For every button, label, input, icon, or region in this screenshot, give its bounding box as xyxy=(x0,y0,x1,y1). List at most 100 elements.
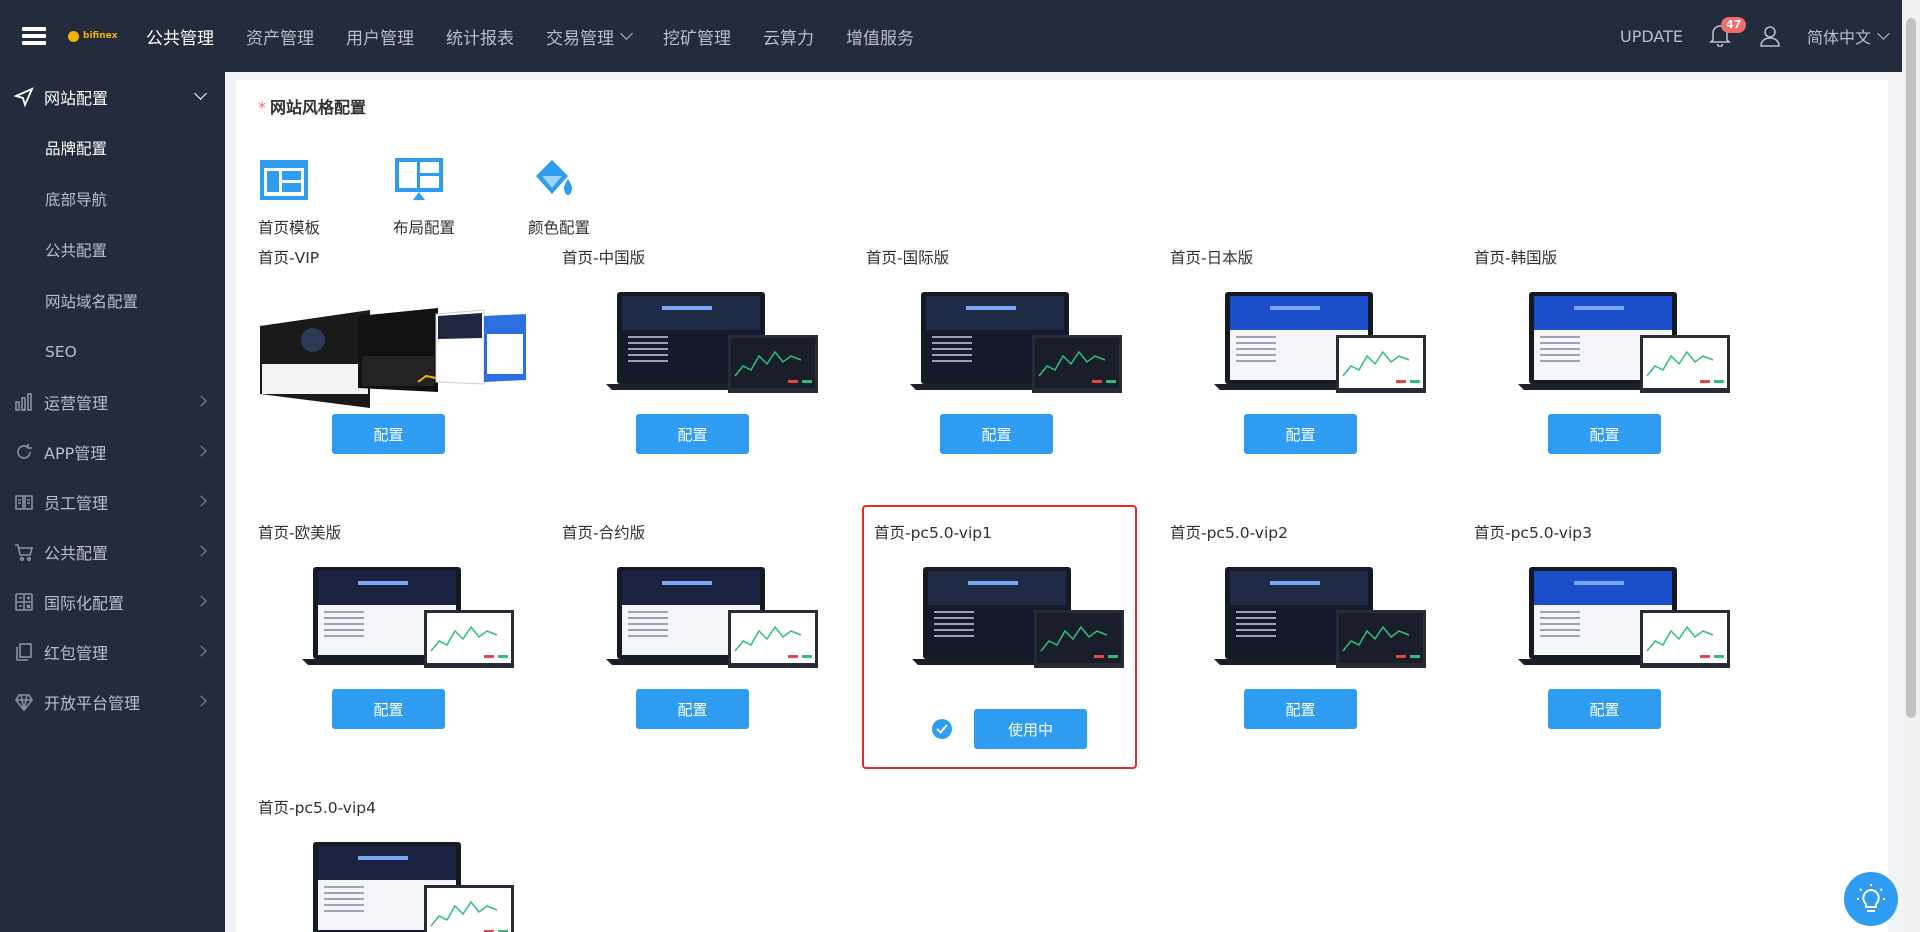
bar-chart-icon xyxy=(14,392,34,412)
sidebar-item-seo[interactable]: SEO xyxy=(0,326,225,377)
template-name: 首页-国际版 xyxy=(866,249,950,267)
update-link[interactable]: UPDATE xyxy=(1620,27,1683,46)
section-title-text: 网站风格配置 xyxy=(270,98,367,117)
template-name: 首页-韩国版 xyxy=(1474,249,1558,267)
nav-item-assets[interactable]: 资产管理 xyxy=(230,24,330,49)
language-select[interactable]: 简体中文 xyxy=(1807,24,1890,48)
notifications-button[interactable]: 47 xyxy=(1709,17,1747,49)
sidebar-group-open-platform[interactable]: 开放平台管理 xyxy=(0,677,225,727)
configure-button[interactable]: 配置 xyxy=(940,414,1053,454)
nav-item-value-added[interactable]: 增值服务 xyxy=(830,24,930,49)
template-preview[interactable] xyxy=(1170,551,1440,701)
sidebar-item-footer-nav[interactable]: 底部导航 xyxy=(0,173,225,224)
nav-item-public[interactable]: 公共管理 xyxy=(130,24,230,49)
configure-button[interactable]: 配置 xyxy=(1548,689,1661,729)
configure-button[interactable]: 配置 xyxy=(636,414,749,454)
nav-item-reports[interactable]: 统计报表 xyxy=(430,24,530,49)
template-card: 首页-pc5.0-vip4 xyxy=(236,790,521,932)
template-card: 首页-VIP 配置 xyxy=(236,240,526,510)
template-preview[interactable] xyxy=(1170,276,1440,426)
tool-color-config[interactable]: 颜色配置 xyxy=(528,156,623,238)
homepage-template-icon xyxy=(260,160,308,200)
template-preview[interactable] xyxy=(258,276,528,426)
configure-button[interactable]: 配置 xyxy=(1548,414,1661,454)
sidebar-group-label: 网站配置 xyxy=(44,89,109,108)
template-card: 首页-pc5.0-vip3 配置 xyxy=(1452,515,1737,785)
template-card: 首页-国际版配置 xyxy=(844,240,1129,510)
sidebar-item-brand-config[interactable]: 品牌配置 xyxy=(0,122,225,173)
configure-button[interactable]: 配置 xyxy=(636,689,749,729)
tool-label: 布局配置 xyxy=(393,219,456,237)
sidebar-item-domain-config[interactable]: 网站域名配置 xyxy=(0,275,225,326)
notification-badge: 47 xyxy=(1720,17,1747,33)
template-name: 首页-pc5.0-vip4 xyxy=(258,799,376,817)
template-preview[interactable] xyxy=(1474,551,1744,701)
scrollbar-thumb[interactable] xyxy=(1906,18,1916,718)
template-preview[interactable] xyxy=(1474,276,1744,426)
nav-item-users[interactable]: 用户管理 xyxy=(330,24,430,49)
template-preview[interactable] xyxy=(258,826,528,932)
sidebar-group-i18n[interactable]: 国际化配置 xyxy=(0,577,225,627)
configure-button[interactable]: 配置 xyxy=(332,689,445,729)
nav-item-cloud-power[interactable]: 云算力 xyxy=(747,24,830,49)
chevron-down-icon xyxy=(1877,27,1890,40)
sidebar-item-public-config[interactable]: 公共配置 xyxy=(0,224,225,275)
lightbulb-icon xyxy=(1857,884,1885,912)
sidebar-group-label: 运营管理 xyxy=(44,394,109,413)
user-icon[interactable] xyxy=(1759,24,1781,48)
nav-label: 交易管理 xyxy=(546,28,614,49)
tool-label: 颜色配置 xyxy=(528,219,591,237)
nav-label: 挖矿管理 xyxy=(663,28,731,49)
nav-label: 增值服务 xyxy=(846,28,914,49)
calculator-icon xyxy=(14,592,34,612)
sidebar-group-label: 公共配置 xyxy=(44,544,109,563)
sidebar-group-app[interactable]: APP管理 xyxy=(0,427,225,477)
help-tips-button[interactable] xyxy=(1844,872,1898,926)
sidebar-group-website-config[interactable]: 网站配置 xyxy=(0,72,225,122)
template-name: 首页-pc5.0-vip1 xyxy=(874,524,992,542)
nav-label: 资产管理 xyxy=(246,28,314,49)
logo-text: bifinex xyxy=(83,31,118,41)
main-panel: * 网站风格配置 首页模板 布局配置 颜色配置 首页-VIP 配置 首页-中国版… xyxy=(236,80,1888,932)
configure-button[interactable]: 配置 xyxy=(1244,689,1357,729)
top-navbar: bifinex 公共管理 资产管理 用户管理 统计报表 交易管理 挖矿管理 云算… xyxy=(0,0,1902,72)
logo-coin-icon xyxy=(68,30,79,42)
sidebar-group-staff[interactable]: 员工管理 xyxy=(0,477,225,527)
chevron-right-icon xyxy=(195,645,207,657)
brand-logo[interactable]: bifinex xyxy=(68,30,124,42)
nav-item-mining[interactable]: 挖矿管理 xyxy=(647,24,747,49)
chevron-right-icon xyxy=(195,595,207,607)
template-name: 首页-合约版 xyxy=(562,524,646,542)
chevron-right-icon xyxy=(195,545,207,557)
chevron-right-icon xyxy=(195,695,207,707)
menu-toggle-button[interactable] xyxy=(0,0,68,72)
template-card: 首页-合约版配置 xyxy=(540,515,825,785)
in-use-button[interactable]: 使用中 xyxy=(974,709,1087,749)
page-scrollbar[interactable] xyxy=(1902,0,1920,932)
chevron-down-icon xyxy=(620,27,633,40)
template-preview[interactable] xyxy=(258,551,528,701)
copy-icon xyxy=(14,642,34,662)
sidebar-group-label: 国际化配置 xyxy=(44,594,125,613)
nav-item-trading[interactable]: 交易管理 xyxy=(530,24,647,49)
template-preview[interactable] xyxy=(868,551,1138,701)
template-name: 首页-pc5.0-vip2 xyxy=(1170,524,1288,542)
nav-label: 云算力 xyxy=(763,28,814,49)
sidebar-group-red-packet[interactable]: 红包管理 xyxy=(0,627,225,677)
tool-layout-config[interactable]: 布局配置 xyxy=(393,156,488,238)
template-preview[interactable] xyxy=(562,276,832,426)
template-name: 首页-中国版 xyxy=(562,249,646,267)
configure-button[interactable]: 配置 xyxy=(332,414,445,454)
layout-monitor-icon xyxy=(395,158,443,200)
sidebar-group-operations[interactable]: 运营管理 xyxy=(0,377,225,427)
refresh-icon xyxy=(14,442,34,462)
config-tools: 首页模板 布局配置 颜色配置 xyxy=(258,156,623,238)
tool-label: 首页模板 xyxy=(258,219,321,237)
paint-bucket-icon xyxy=(536,160,572,195)
template-preview[interactable] xyxy=(866,276,1136,426)
template-preview[interactable] xyxy=(562,551,832,701)
configure-button[interactable]: 配置 xyxy=(1244,414,1357,454)
sidebar-group-label: 红包管理 xyxy=(44,644,109,663)
sidebar-group-public-config[interactable]: 公共配置 xyxy=(0,527,225,577)
tool-homepage-template[interactable]: 首页模板 xyxy=(258,156,353,238)
